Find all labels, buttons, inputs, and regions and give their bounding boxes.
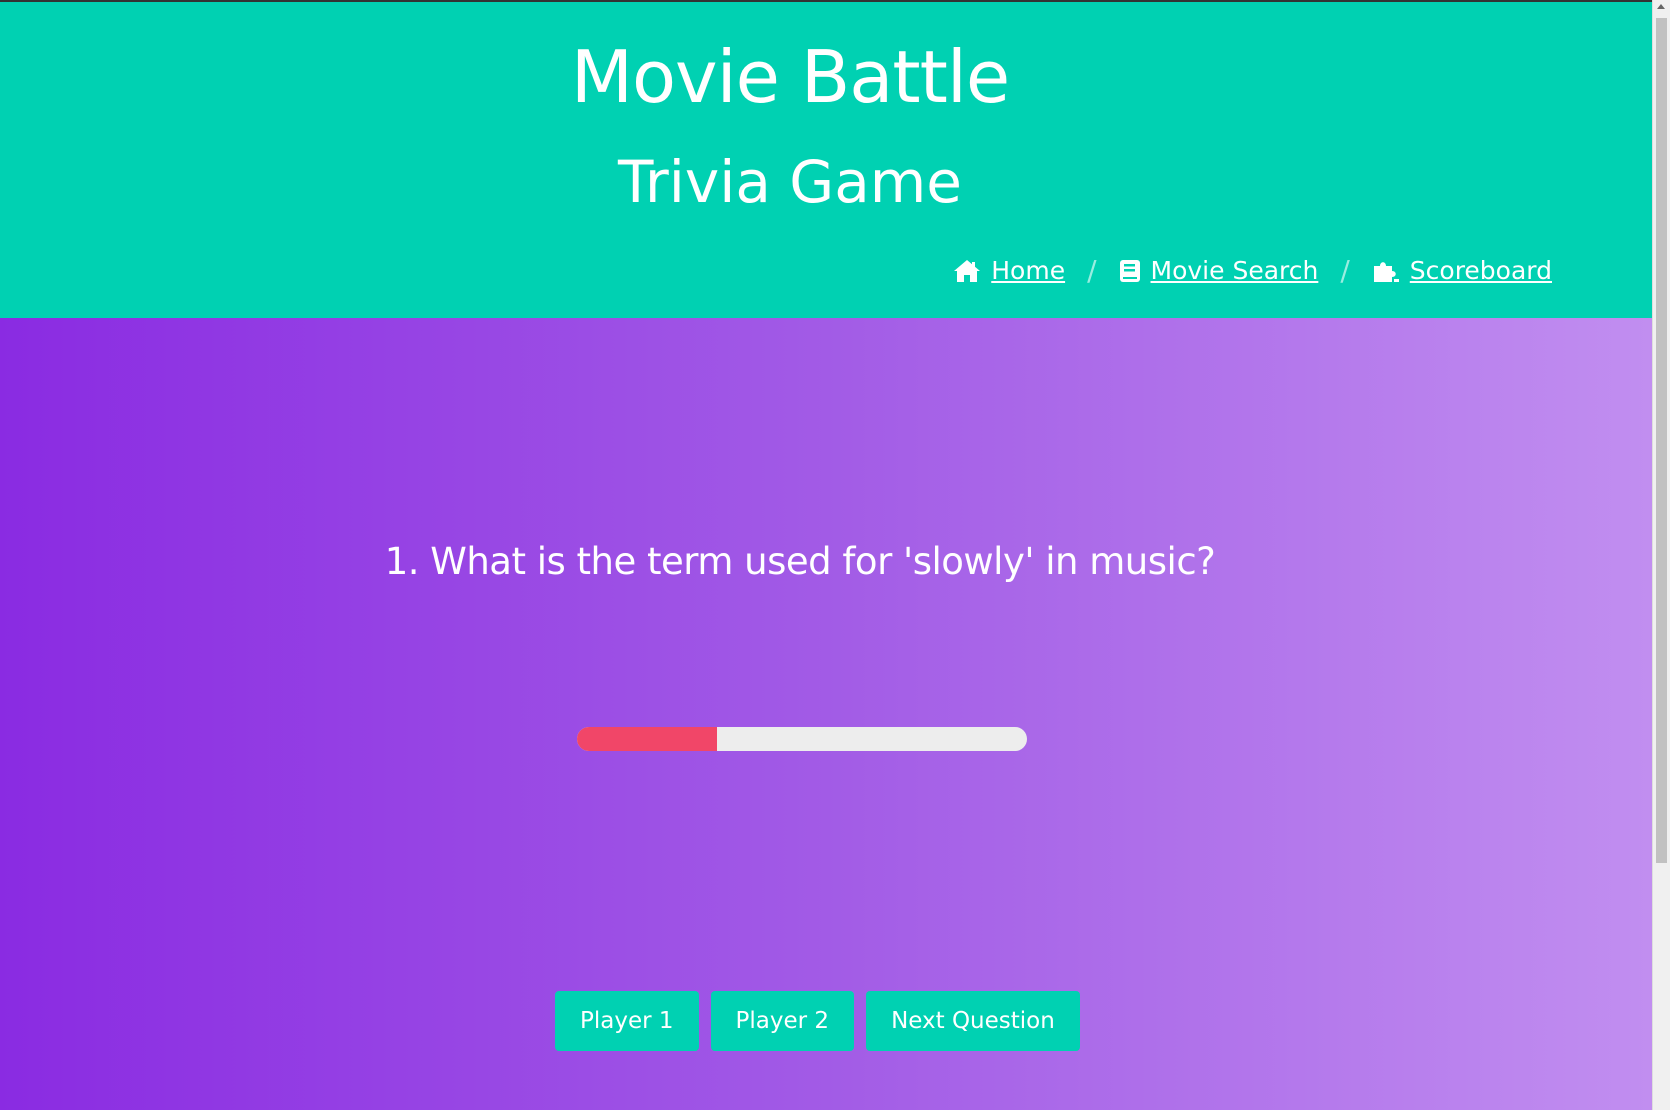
breadcrumb-separator: /: [1340, 254, 1350, 287]
next-question-button[interactable]: Next Question: [866, 991, 1080, 1051]
puzzle-icon: [1373, 261, 1399, 282]
page-subtitle: Trivia Game: [618, 148, 962, 216]
timer-progress-fill: [577, 727, 717, 751]
timer-progress-bar: [577, 727, 1027, 751]
hero-header: Movie Battle Trivia Game Home / Movie Se…: [0, 0, 1652, 318]
player-1-button[interactable]: Player 1: [555, 991, 699, 1051]
book-icon: [1119, 259, 1140, 282]
action-buttons: Player 1 Player 2 Next Question: [555, 991, 1080, 1051]
breadcrumb-scoreboard-label: Scoreboard: [1409, 256, 1552, 285]
breadcrumb: Home / Movie Search / Scoreboard: [953, 254, 1552, 287]
page: Movie Battle Trivia Game Home / Movie Se…: [0, 0, 1670, 1110]
question-text: 1. What is the term used for 'slowly' in…: [384, 540, 1216, 583]
page-title: Movie Battle: [570, 35, 1010, 119]
player-2-button[interactable]: Player 2: [710, 991, 855, 1051]
home-icon: [954, 259, 981, 282]
breadcrumb-movie-search[interactable]: Movie Search: [1119, 256, 1319, 285]
scroll-up-arrow-icon[interactable]: [1657, 4, 1665, 9]
scrollbar-thumb[interactable]: [1656, 18, 1667, 863]
breadcrumb-movie-search-label: Movie Search: [1150, 256, 1319, 285]
breadcrumb-scoreboard[interactable]: Scoreboard: [1372, 256, 1552, 285]
game-area: 1. What is the term used for 'slowly' in…: [0, 318, 1652, 1110]
breadcrumb-separator: /: [1087, 254, 1097, 287]
breadcrumb-home-label: Home: [991, 256, 1066, 285]
breadcrumb-home[interactable]: Home: [953, 256, 1065, 285]
vertical-scrollbar[interactable]: [1652, 0, 1670, 1110]
